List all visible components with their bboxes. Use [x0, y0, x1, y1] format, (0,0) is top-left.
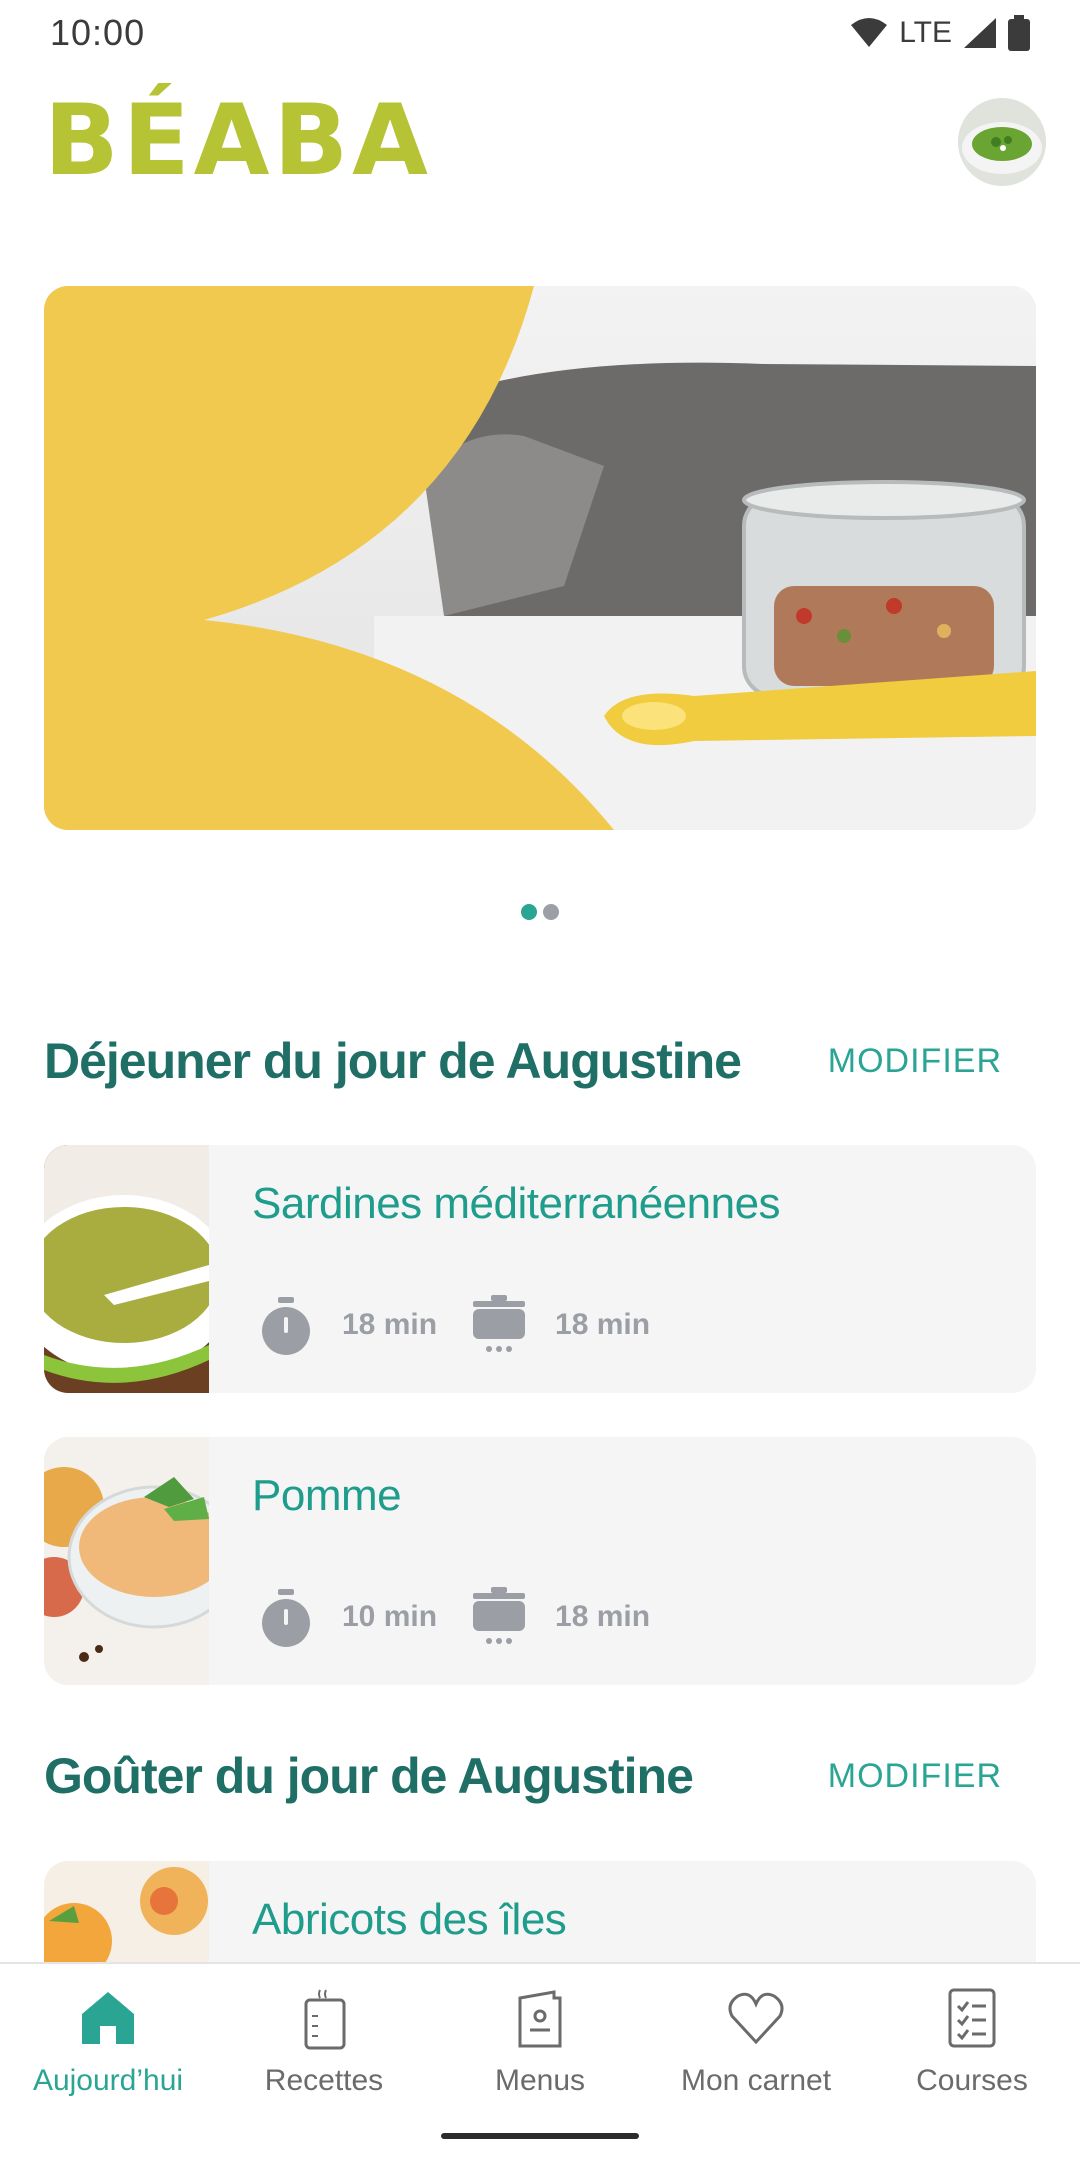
nav-label: Aujourd’hui: [32, 2064, 184, 2097]
recipe-thumbnail: [44, 1437, 209, 1685]
recipe-title: Abricots des îles: [252, 1895, 567, 1944]
stopwatch-icon: [262, 1589, 310, 1647]
hero-carousel-slide[interactable]: [44, 286, 1036, 830]
menu-card-icon: [518, 1990, 562, 2048]
cook-time: 18 min: [555, 1308, 651, 1341]
checklist-icon: [948, 1988, 996, 2048]
recipe-card[interactable]: Pomme 10 min 18 min: [44, 1437, 1036, 1685]
recipe-book-icon: [304, 1989, 346, 2050]
recipe-thumbnail: [44, 1145, 209, 1393]
nav-item-today[interactable]: Aujourd’hui: [0, 1964, 216, 2118]
nav-label: Courses: [916, 2064, 1028, 2097]
signal-icon: [964, 18, 996, 48]
recipe-times: 10 min 18 min: [258, 1587, 684, 1647]
carousel-dot-2[interactable]: [543, 904, 559, 920]
nav-item-menus[interactable]: Menus: [432, 1964, 648, 2118]
nav-item-recipes[interactable]: Recettes: [216, 1964, 432, 2118]
recipe-title: Sardines méditerranéennes: [252, 1179, 781, 1228]
hero-image: [44, 286, 1036, 830]
nav-label: Menus: [494, 2064, 586, 2097]
modify-snack-button[interactable]: MODIFIER: [828, 1757, 1002, 1796]
section-title: Déjeuner du jour de Augustine: [44, 1033, 742, 1089]
wifi-icon: [851, 18, 888, 47]
steamer-pot-icon: [473, 1295, 526, 1352]
status-bar: 10:00 LTE: [0, 0, 1080, 66]
battery-icon: [1008, 15, 1030, 51]
snack-section-header: Goûter du jour de Augustine MODIFIER: [44, 1741, 1036, 1811]
home-icon: [82, 1992, 134, 2044]
modify-lunch-button[interactable]: MODIFIER: [828, 1042, 1002, 1081]
prep-time: 18 min: [342, 1308, 438, 1341]
nav-item-favorites[interactable]: Mon carnet: [648, 1964, 864, 2118]
status-time: 10:00: [50, 12, 146, 53]
section-title: Goûter du jour de Augustine: [44, 1748, 694, 1804]
nav-label: Recettes: [264, 2064, 384, 2097]
nav-label: Mon carnet: [680, 2064, 832, 2097]
beaba-logo: BÉABA: [44, 84, 433, 198]
carousel-indicator[interactable]: [0, 904, 1080, 924]
gesture-handle[interactable]: [441, 2133, 639, 2139]
recipe-card[interactable]: Sardines méditerranéennes 18 min 18 min: [44, 1145, 1036, 1393]
nav-item-shopping[interactable]: Courses: [864, 1964, 1080, 2118]
heart-icon: [728, 1992, 784, 2045]
lunch-section-header: Déjeuner du jour de Augustine MODIFIER: [44, 1026, 1036, 1096]
prep-time: 10 min: [342, 1600, 438, 1633]
status-icons: LTE: [849, 15, 1030, 51]
stopwatch-icon: [262, 1297, 310, 1355]
network-type: LTE: [899, 16, 952, 49]
bottom-navigation: Aujourd’hui Recettes Menus Mon carnet Co…: [0, 1962, 1080, 2118]
recipe-title: Pomme: [252, 1471, 402, 1520]
profile-avatar[interactable]: [958, 98, 1046, 186]
recipe-times: 18 min 18 min: [258, 1295, 684, 1355]
carousel-dot-1[interactable]: [521, 904, 537, 920]
avatar-soup-photo: [958, 98, 1046, 186]
steamer-pot-icon: [473, 1587, 526, 1644]
cook-time: 18 min: [555, 1600, 651, 1633]
